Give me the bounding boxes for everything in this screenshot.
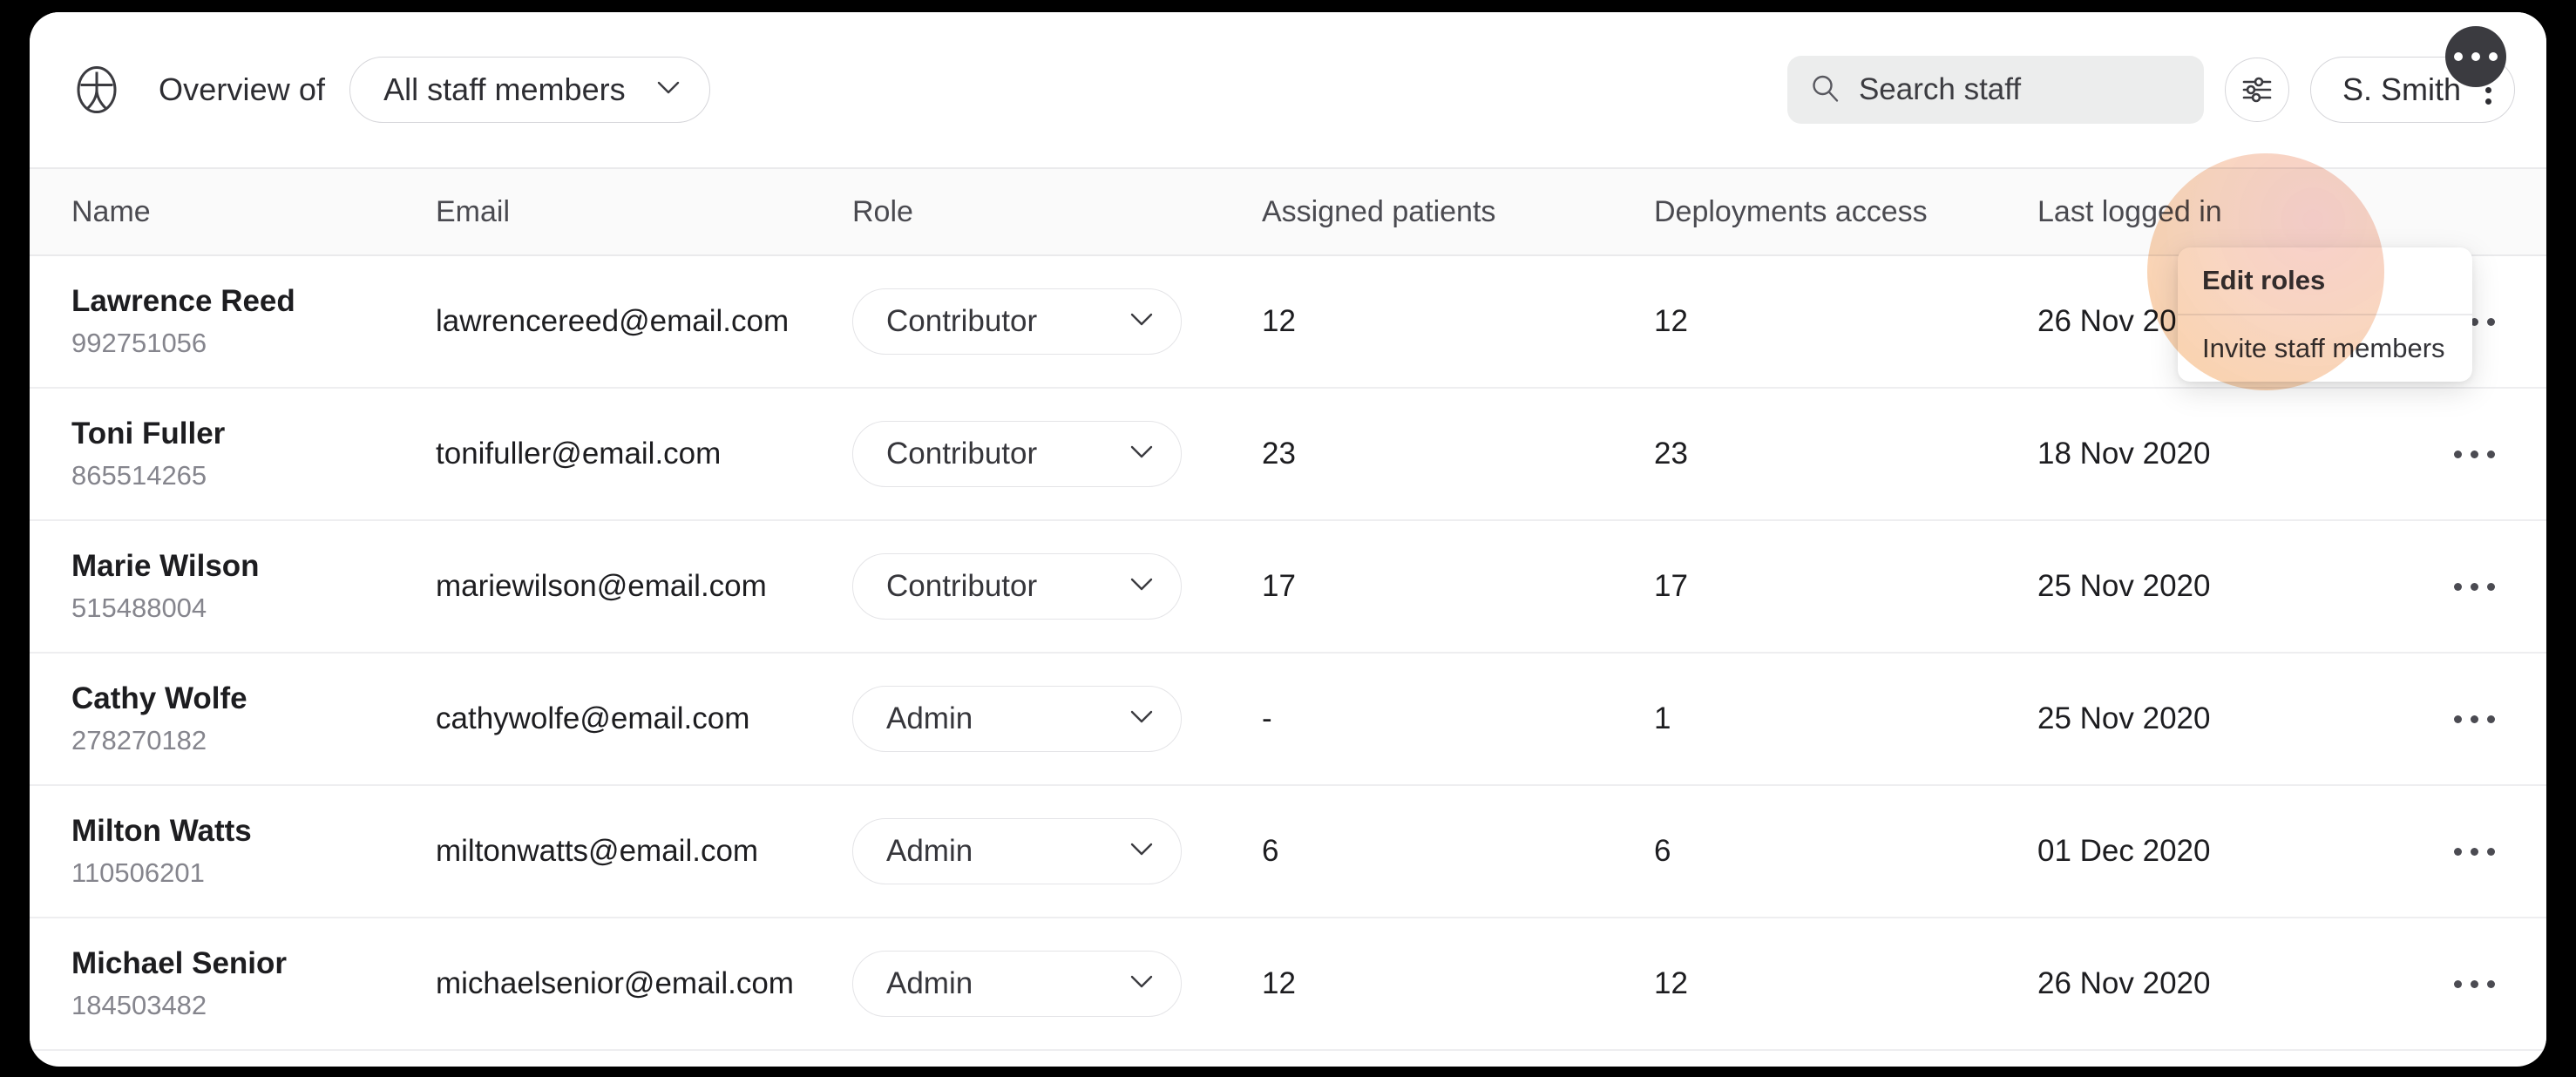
staff-name: Milton Watts	[71, 814, 252, 849]
staff-scope-dropdown[interactable]: All staff members	[349, 57, 710, 123]
last-logged-in-value: 25 Nov 2020	[2037, 701, 2211, 735]
table-row[interactable]: Marie Wilson 515488004 mariewilson@email…	[30, 521, 2546, 654]
role-value: Contributor	[886, 304, 1038, 338]
role-dropdown[interactable]: Admin	[852, 951, 1182, 1017]
row-more-horizontal-icon[interactable]	[2444, 582, 2505, 591]
column-header-name[interactable]: Name	[71, 195, 151, 228]
clinic-person-circle-logo-icon	[71, 64, 122, 115]
search-staff-box[interactable]	[1786, 56, 2204, 124]
staff-table: Name Email Role Assigned patients Deploy…	[30, 167, 2546, 1051]
role-dropdown[interactable]: Admin	[852, 818, 1182, 884]
last-logged-in-value: 18 Nov 2020	[2037, 437, 2211, 471]
column-header-last-logged-in[interactable]: Last logged in	[2037, 195, 2222, 228]
role-dropdown[interactable]: Contributor	[852, 421, 1182, 487]
assigned-patients-value: 12	[1262, 304, 1296, 338]
staff-email: lawrencereed@email.com	[436, 304, 790, 338]
deployments-access-value: 12	[1654, 304, 1688, 338]
staff-name: Lawrence Reed	[71, 284, 295, 319]
assigned-patients-value: 23	[1262, 437, 1296, 471]
staff-email: tonifuller@email.com	[436, 437, 722, 471]
staff-name: Cathy Wolfe	[71, 681, 247, 716]
table-row[interactable]: Toni Fuller 865514265 tonifuller@email.c…	[30, 389, 2546, 521]
search-icon	[1810, 73, 1840, 107]
staff-id: 184503482	[71, 989, 207, 1020]
chevron-down-icon	[1130, 445, 1153, 463]
column-header-assigned-patients[interactable]: Assigned patients	[1262, 195, 1495, 228]
table-row[interactable]: Lawrence Reed 992751056 lawrencereed@ema…	[30, 256, 2546, 389]
cell-name: Marie Wilson 515488004	[30, 549, 436, 623]
deployments-access-value: 23	[1654, 437, 1688, 471]
chevron-down-icon	[1130, 843, 1153, 860]
staff-scope-value: All staff members	[383, 71, 626, 107]
row-more-horizontal-icon[interactable]	[2444, 979, 2505, 988]
staff-id: 278270182	[71, 724, 207, 755]
row-more-horizontal-icon[interactable]	[2444, 715, 2505, 723]
table-header-row: Name Email Role Assigned patients Deploy…	[30, 167, 2546, 256]
table-row[interactable]: Cathy Wolfe 278270182 cathywolfe@email.c…	[30, 654, 2546, 786]
filter-settings-button[interactable]	[2224, 58, 2289, 122]
role-value: Admin	[886, 834, 973, 868]
menu-item-invite-staff-members[interactable]: Invite staff members	[2178, 315, 2472, 382]
cell-name: Milton Watts 110506201	[30, 814, 436, 888]
sliders-filter-icon	[2240, 75, 2274, 105]
app-window: Overview of All staff members Search sta…	[30, 12, 2546, 1067]
assigned-patients-value: 12	[1262, 966, 1296, 1000]
last-logged-in-value: 26 Nov 2020	[2037, 966, 2211, 1000]
chevron-down-icon	[1130, 710, 1153, 728]
chevron-down-icon	[1130, 578, 1153, 595]
cell-name: Cathy Wolfe 278270182	[30, 681, 436, 755]
staff-id: 515488004	[71, 592, 207, 623]
table-actions-button[interactable]	[2445, 26, 2506, 87]
deployments-access-value: 17	[1654, 569, 1688, 603]
table-row[interactable]: Michael Senior 184503482 michaelsenior@e…	[30, 918, 2546, 1051]
column-header-email[interactable]: Email	[436, 195, 510, 228]
role-value: Contributor	[886, 569, 1038, 603]
staff-email: miltonwatts@email.com	[436, 834, 759, 868]
chevron-down-icon	[657, 81, 680, 98]
cell-name: Lawrence Reed 992751056	[30, 284, 436, 358]
table-row[interactable]: Milton Watts 110506201 miltonwatts@email…	[30, 786, 2546, 918]
app-header: Overview of All staff members Search sta…	[30, 12, 2546, 167]
staff-name: Michael Senior	[71, 946, 288, 981]
deployments-access-value: 1	[1654, 701, 1671, 735]
staff-id: 865514265	[71, 459, 207, 491]
deployments-access-value: 6	[1654, 834, 1671, 868]
staff-email: mariewilson@email.com	[436, 569, 767, 603]
deployments-access-value: 12	[1654, 966, 1688, 1000]
assigned-patients-value: 17	[1262, 569, 1296, 603]
last-logged-in-value: 01 Dec 2020	[2037, 834, 2211, 868]
search-input[interactable]	[1858, 72, 2181, 107]
assigned-patients-value: -	[1262, 701, 1272, 735]
staff-id: 992751056	[71, 327, 207, 358]
chevron-down-icon	[1130, 313, 1153, 330]
staff-name: Toni Fuller	[71, 417, 226, 451]
table-actions-menu[interactable]: Edit roles Invite staff members	[2178, 247, 2472, 382]
assigned-patients-value: 6	[1262, 834, 1279, 868]
staff-email: cathywolfe@email.com	[436, 701, 750, 735]
row-more-horizontal-icon[interactable]	[2444, 450, 2505, 458]
row-more-horizontal-icon[interactable]	[2444, 847, 2505, 856]
user-name: S. Smith	[2342, 71, 2461, 107]
chevron-down-icon	[1130, 975, 1153, 992]
role-dropdown[interactable]: Admin	[852, 686, 1182, 752]
staff-email: michaelsenior@email.com	[436, 966, 794, 1000]
role-value: Admin	[886, 966, 973, 1000]
menu-item-edit-roles[interactable]: Edit roles	[2178, 247, 2472, 314]
last-logged-in-value: 25 Nov 2020	[2037, 569, 2211, 603]
cell-name: Michael Senior 184503482	[30, 946, 436, 1020]
column-header-role[interactable]: Role	[852, 195, 913, 228]
overview-label: Overview of	[159, 71, 326, 107]
role-value: Contributor	[886, 437, 1038, 471]
role-dropdown[interactable]: Contributor	[852, 288, 1182, 355]
column-header-deployments-access[interactable]: Deployments access	[1654, 195, 1928, 228]
table-body: Lawrence Reed 992751056 lawrencereed@ema…	[30, 256, 2546, 1051]
staff-id: 110506201	[71, 857, 205, 888]
role-value: Admin	[886, 701, 973, 735]
role-dropdown[interactable]: Contributor	[852, 553, 1182, 620]
staff-name: Marie Wilson	[71, 549, 260, 584]
cell-name: Toni Fuller 865514265	[30, 417, 436, 491]
